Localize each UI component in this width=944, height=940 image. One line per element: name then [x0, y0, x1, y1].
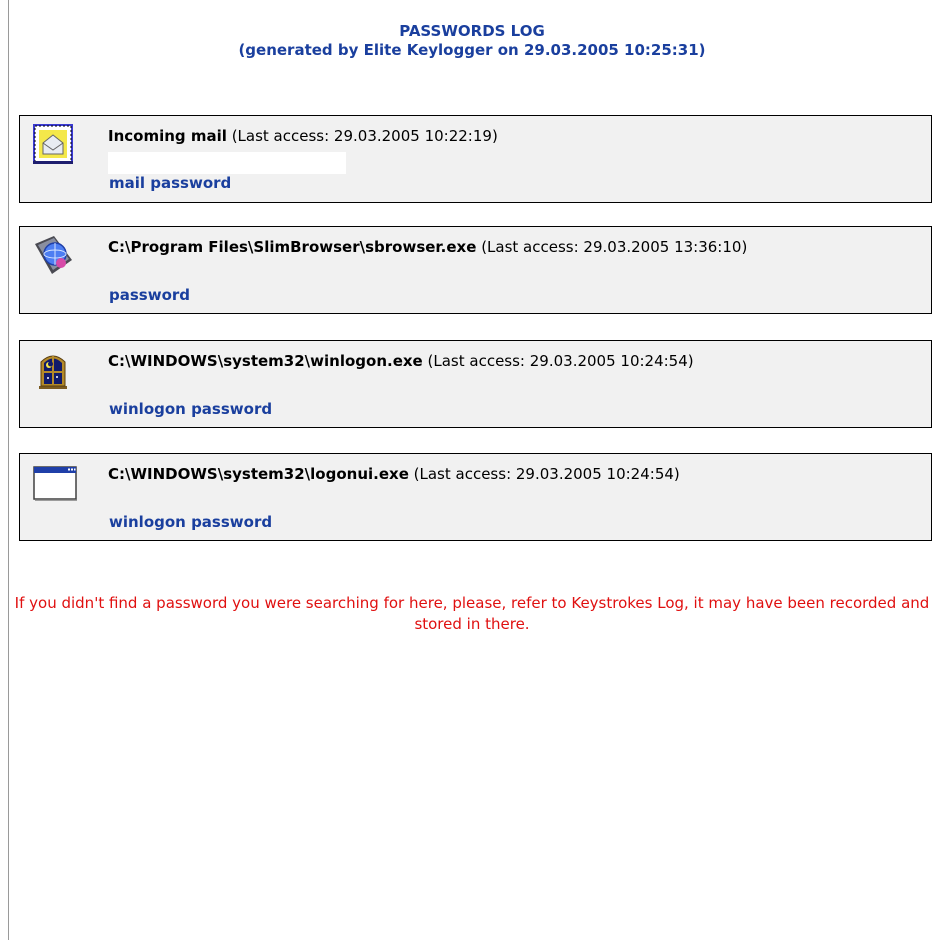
password-label: winlogon password [109, 513, 273, 531]
entry-name: C:\WINDOWS\system32\logonui.exe [108, 465, 409, 483]
password-entry: C:\Program Files\SlimBrowser\sbrowser.ex… [19, 226, 932, 314]
log-header: PASSWORDS LOG (generated by Elite Keylog… [0, 22, 944, 60]
password-entry: C:\WINDOWS\system32\logonui.exe (Last ac… [19, 453, 932, 541]
browser-globe-icon [32, 234, 74, 276]
entry-title: C:\WINDOWS\system32\winlogon.exe (Last a… [108, 351, 694, 371]
entry-title: C:\Program Files\SlimBrowser\sbrowser.ex… [108, 237, 747, 257]
entry-title: Incoming mail (Last access: 29.03.2005 1… [108, 126, 498, 146]
page-subtitle: (generated by Elite Keylogger on 29.03.2… [238, 41, 706, 59]
entry-last-access: (Last access: 29.03.2005 13:36:10) [481, 238, 748, 256]
entry-name: Incoming mail [108, 127, 227, 145]
entry-name: C:\WINDOWS\system32\winlogon.exe [108, 352, 423, 370]
password-label: winlogon password [109, 400, 273, 418]
application-window-icon [32, 461, 77, 503]
password-entry: Incoming mail (Last access: 29.03.2005 1… [19, 115, 932, 203]
page-left-border [8, 0, 9, 940]
page-title: PASSWORDS LOG [399, 22, 545, 40]
redacted-value-box [108, 152, 346, 174]
entry-last-access: (Last access: 29.03.2005 10:24:54) [427, 352, 694, 370]
password-label: password [109, 286, 191, 304]
keystrokes-log-notice: If you didn't find a password you were s… [14, 594, 930, 633]
entry-name: C:\Program Files\SlimBrowser\sbrowser.ex… [108, 238, 477, 256]
password-label: mail password [109, 174, 232, 192]
password-entry: C:\WINDOWS\system32\winlogon.exe (Last a… [19, 340, 932, 428]
entry-last-access: (Last access: 29.03.2005 10:24:54) [413, 465, 680, 483]
mail-envelope-icon [32, 123, 74, 165]
entry-title: C:\WINDOWS\system32\logonui.exe (Last ac… [108, 464, 680, 484]
night-window-icon [32, 348, 74, 390]
entry-last-access: (Last access: 29.03.2005 10:22:19) [231, 127, 498, 145]
